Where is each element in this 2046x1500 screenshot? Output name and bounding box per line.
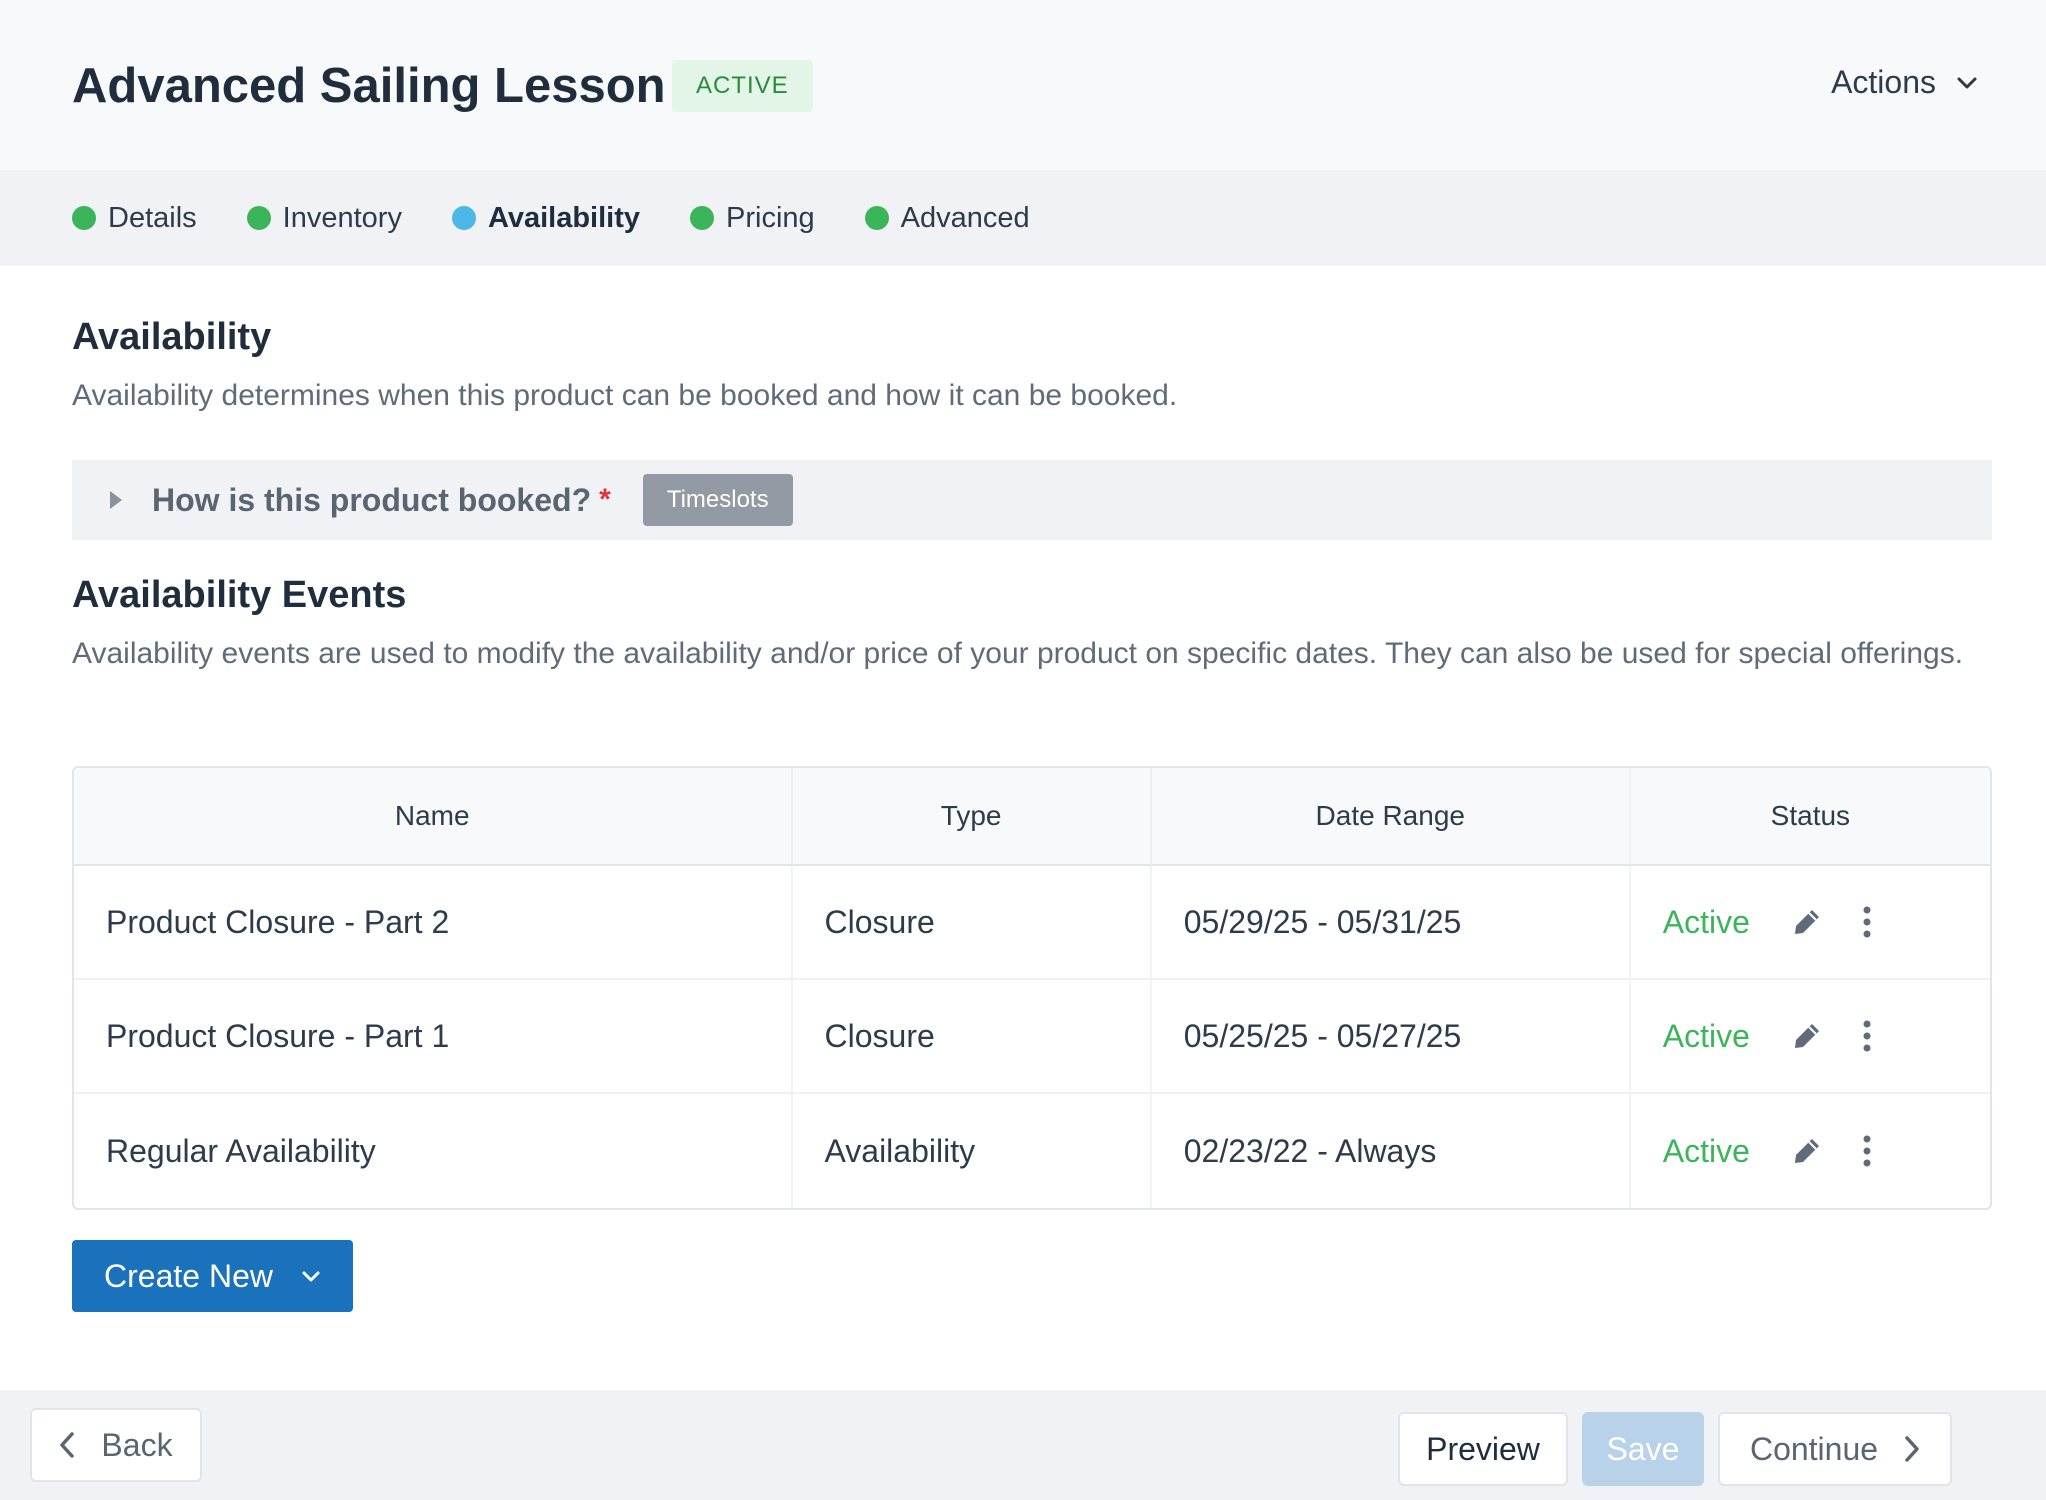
step-label: Inventory <box>282 201 402 234</box>
page-header: Advanced Sailing Lesson ACTIVE Actions <box>0 0 2046 170</box>
page-title: Advanced Sailing Lesson <box>72 59 666 113</box>
actions-dropdown[interactable]: Actions <box>1831 64 1978 101</box>
step-label: Details <box>108 201 197 234</box>
column-header-name: Name <box>74 768 793 866</box>
create-new-button[interactable]: Create New <box>72 1240 353 1312</box>
step-status-dot <box>864 206 889 230</box>
event-date-range: 05/25/25 - 05/27/25 <box>1151 980 1631 1094</box>
event-status-cell: Active <box>1631 1094 1990 1208</box>
step-inventory[interactable]: Inventory <box>246 201 402 235</box>
chevron-left-icon <box>60 1432 75 1458</box>
booking-method-toggle[interactable]: How is this product booked? * Timeslots <box>72 460 1992 540</box>
event-date-range: 02/23/22 - Always <box>1152 1094 1631 1208</box>
booking-method-label: How is this product booked? <box>152 481 592 518</box>
step-details[interactable]: Details <box>72 202 197 235</box>
event-date-range: 05/29/25 - 05/31/25 <box>1151 866 1631 980</box>
table-row: Regular Availability Availability 02/23/… <box>74 1094 1990 1208</box>
pencil-icon[interactable] <box>1792 1136 1822 1166</box>
step-status-dot <box>690 206 714 230</box>
step-label: Advanced <box>900 201 1030 234</box>
table-row: Product Closure - Part 1 Closure 05/25/2… <box>74 980 1990 1094</box>
event-name: Regular Availability <box>74 1094 793 1208</box>
events-heading: Availability Events <box>72 574 407 616</box>
column-header-status: Status <box>1630 768 1990 866</box>
event-name: Product Closure - Part 2 <box>74 866 793 980</box>
event-type: Availability <box>793 1094 1152 1208</box>
chevron-right-icon <box>1905 1436 1919 1462</box>
event-name: Product Closure - Part 1 <box>74 980 793 1094</box>
create-new-label: Create New <box>104 1257 273 1294</box>
table-row: Product Closure - Part 2 Closure 05/29/2… <box>74 866 1990 980</box>
column-header-type: Type <box>792 768 1152 866</box>
event-type: Closure <box>792 980 1152 1094</box>
back-button[interactable]: Back <box>30 1408 202 1482</box>
actions-label: Actions <box>1831 64 1936 100</box>
booking-method-badge: Timeslots <box>642 474 793 526</box>
pencil-icon[interactable] <box>1792 907 1822 937</box>
status-badge: ACTIVE <box>672 60 813 112</box>
more-vertical-icon[interactable] <box>1862 906 1872 938</box>
step-status-dot <box>451 206 476 230</box>
step-status-dot <box>72 206 96 230</box>
preview-label: Preview <box>1426 1430 1540 1467</box>
event-status: Active <box>1662 903 1750 940</box>
continue-button[interactable]: Continue <box>1718 1412 1952 1486</box>
step-navigation: Details Inventory Availability Pricing A… <box>0 170 2046 266</box>
chevron-down-icon <box>1957 77 1977 88</box>
chevron-down-icon <box>302 1271 320 1281</box>
more-vertical-icon[interactable] <box>1862 1020 1872 1052</box>
step-availability[interactable]: Availability <box>451 201 640 235</box>
pencil-icon[interactable] <box>1792 1021 1822 1051</box>
event-status-cell: Active <box>1630 980 1990 1094</box>
event-status-cell: Active <box>1630 866 1990 980</box>
save-button[interactable]: Save <box>1582 1412 1704 1486</box>
events-table: Name Type Date Range Status Product Clos… <box>72 766 1992 1210</box>
continue-label: Continue <box>1749 1430 1879 1467</box>
step-pricing[interactable]: Pricing <box>690 202 815 235</box>
step-label: Availability <box>487 201 640 234</box>
footer-bar: Back Preview Save Continue <box>0 1390 2046 1500</box>
events-description: Availability events are used to modify t… <box>72 637 1964 670</box>
save-label: Save <box>1606 1430 1680 1467</box>
step-label: Pricing <box>726 201 815 234</box>
step-status-dot <box>246 206 271 230</box>
required-indicator: * <box>599 483 611 516</box>
event-type: Closure <box>792 866 1152 980</box>
caret-right-icon <box>110 491 122 509</box>
step-advanced[interactable]: Advanced <box>864 201 1030 235</box>
preview-button[interactable]: Preview <box>1398 1412 1568 1486</box>
more-vertical-icon[interactable] <box>1862 1135 1872 1167</box>
availability-heading: Availability <box>72 316 272 358</box>
event-status: Active <box>1662 1017 1750 1054</box>
column-header-date-range: Date Range <box>1151 768 1631 866</box>
availability-description: Availability determines when this produc… <box>72 379 1178 412</box>
table-header-row: Name Type Date Range Status <box>74 768 1990 866</box>
event-status: Active <box>1662 1132 1750 1169</box>
back-label: Back <box>101 1426 173 1463</box>
